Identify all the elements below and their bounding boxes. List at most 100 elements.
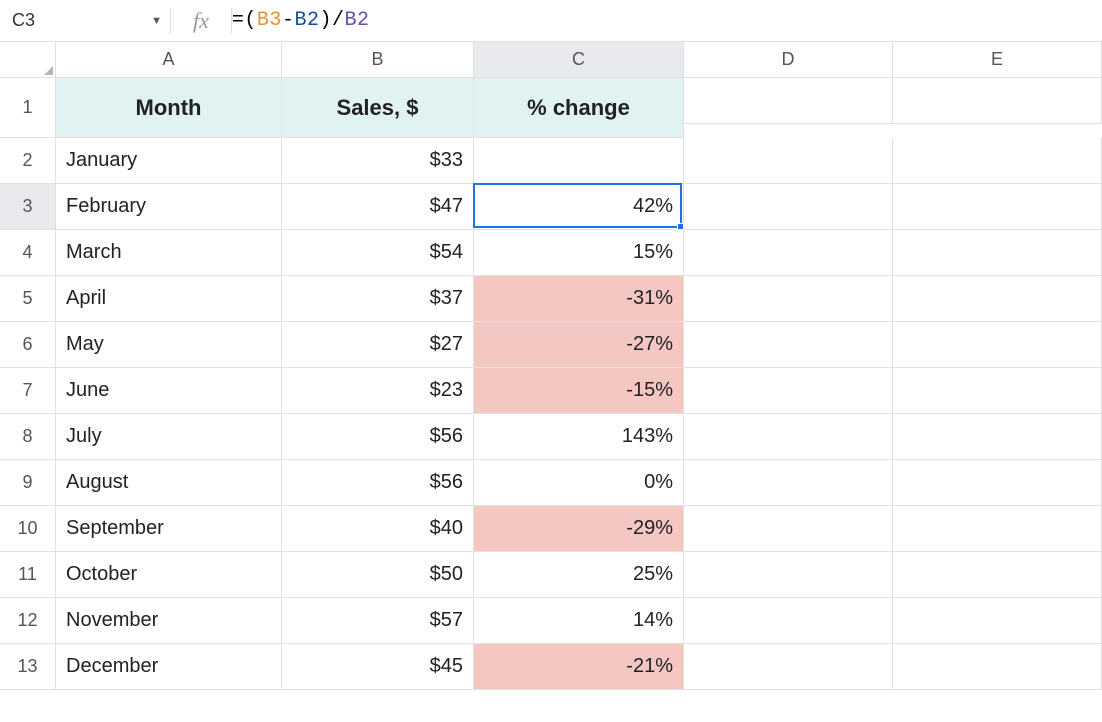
row-header-4[interactable]: 4 bbox=[0, 230, 56, 276]
row-header-10[interactable]: 10 bbox=[0, 506, 56, 552]
table-row: 5April$37-31% bbox=[0, 276, 1102, 322]
column-header-row: A B C D E bbox=[0, 42, 1102, 78]
cell-B7[interactable]: $23 bbox=[282, 368, 474, 414]
cell-D9[interactable] bbox=[684, 460, 893, 506]
cell-C2[interactable] bbox=[474, 138, 684, 184]
cell-A10[interactable]: September bbox=[56, 506, 282, 552]
cell-C9[interactable]: 0% bbox=[474, 460, 684, 506]
cell-A1[interactable]: Month bbox=[56, 78, 282, 138]
cell-B5[interactable]: $37 bbox=[282, 276, 474, 322]
table-row: 7June$23-15% bbox=[0, 368, 1102, 414]
cell-A11[interactable]: October bbox=[56, 552, 282, 598]
cell-D10[interactable] bbox=[684, 506, 893, 552]
cell-B13[interactable]: $45 bbox=[282, 644, 474, 690]
col-header-A[interactable]: A bbox=[56, 42, 282, 78]
table-row: 12November$5714% bbox=[0, 598, 1102, 644]
cell-E8[interactable] bbox=[893, 414, 1102, 460]
cell-E1[interactable] bbox=[893, 78, 1102, 124]
cell-D6[interactable] bbox=[684, 322, 893, 368]
cell-D12[interactable] bbox=[684, 598, 893, 644]
row-header-2[interactable]: 2 bbox=[0, 138, 56, 184]
cell-D2[interactable] bbox=[684, 138, 893, 184]
cell-B10[interactable]: $40 bbox=[282, 506, 474, 552]
cell-C4[interactable]: 15% bbox=[474, 230, 684, 276]
cell-A7[interactable]: June bbox=[56, 368, 282, 414]
cell-D1[interactable] bbox=[684, 78, 893, 124]
cell-B11[interactable]: $50 bbox=[282, 552, 474, 598]
cell-A12[interactable]: November bbox=[56, 598, 282, 644]
table-row: 8July$56143% bbox=[0, 414, 1102, 460]
cell-C7[interactable]: -15% bbox=[474, 368, 684, 414]
table-row: 6May$27-27% bbox=[0, 322, 1102, 368]
cell-A5[interactable]: April bbox=[56, 276, 282, 322]
col-header-C[interactable]: C bbox=[474, 42, 684, 78]
table-row: 4March$5415% bbox=[0, 230, 1102, 276]
cell-B3[interactable]: $47 bbox=[282, 184, 474, 230]
cell-B6[interactable]: $27 bbox=[282, 322, 474, 368]
cell-D4[interactable] bbox=[684, 230, 893, 276]
cell-C5[interactable]: -31% bbox=[474, 276, 684, 322]
cell-E10[interactable] bbox=[893, 506, 1102, 552]
cell-E9[interactable] bbox=[893, 460, 1102, 506]
cell-D8[interactable] bbox=[684, 414, 893, 460]
cell-A2[interactable]: January bbox=[56, 138, 282, 184]
cell-D7[interactable] bbox=[684, 368, 893, 414]
chevron-down-icon[interactable]: ▼ bbox=[151, 15, 162, 27]
cell-D5[interactable] bbox=[684, 276, 893, 322]
cell-E5[interactable] bbox=[893, 276, 1102, 322]
cell-B8[interactable]: $56 bbox=[282, 414, 474, 460]
cell-E2[interactable] bbox=[893, 138, 1102, 184]
table-row: 10September$40-29% bbox=[0, 506, 1102, 552]
row-header-9[interactable]: 9 bbox=[0, 460, 56, 506]
cell-B9[interactable]: $56 bbox=[282, 460, 474, 506]
cell-A13[interactable]: December bbox=[56, 644, 282, 690]
cell-C8[interactable]: 143% bbox=[474, 414, 684, 460]
cell-E12[interactable] bbox=[893, 598, 1102, 644]
cell-C12[interactable]: 14% bbox=[474, 598, 684, 644]
cell-A6[interactable]: May bbox=[56, 322, 282, 368]
cell-D3[interactable] bbox=[684, 184, 893, 230]
cell-C6[interactable]: -27% bbox=[474, 322, 684, 368]
name-box[interactable]: C3 ▼ bbox=[0, 0, 170, 41]
col-header-D[interactable]: D bbox=[684, 42, 893, 78]
row-header-6[interactable]: 6 bbox=[0, 322, 56, 368]
table-row: 3February$4742% bbox=[0, 184, 1102, 230]
row-header-3[interactable]: 3 bbox=[0, 184, 56, 230]
col-header-B[interactable]: B bbox=[282, 42, 474, 78]
spreadsheet-grid[interactable]: A B C D E 1 Month Sales, $ % change 2Jan… bbox=[0, 42, 1102, 690]
cell-A3[interactable]: February bbox=[56, 184, 282, 230]
formula-token: ) bbox=[319, 9, 332, 32]
row-header-1[interactable]: 1 bbox=[0, 78, 56, 138]
cell-E13[interactable] bbox=[893, 644, 1102, 690]
cell-C1[interactable]: % change bbox=[474, 78, 684, 138]
cell-D11[interactable] bbox=[684, 552, 893, 598]
table-row: 11October$5025% bbox=[0, 552, 1102, 598]
row-header-12[interactable]: 12 bbox=[0, 598, 56, 644]
cell-E3[interactable] bbox=[893, 184, 1102, 230]
row-header-11[interactable]: 11 bbox=[0, 552, 56, 598]
cell-D13[interactable] bbox=[684, 644, 893, 690]
select-all-corner[interactable] bbox=[0, 42, 56, 78]
row-header-5[interactable]: 5 bbox=[0, 276, 56, 322]
cell-E11[interactable] bbox=[893, 552, 1102, 598]
cell-C10[interactable]: -29% bbox=[474, 506, 684, 552]
cell-B12[interactable]: $57 bbox=[282, 598, 474, 644]
cell-B4[interactable]: $54 bbox=[282, 230, 474, 276]
cell-C11[interactable]: 25% bbox=[474, 552, 684, 598]
row-header-8[interactable]: 8 bbox=[0, 414, 56, 460]
cell-A9[interactable]: August bbox=[56, 460, 282, 506]
formula-input[interactable]: = ( B3 - B2 ) / B2 bbox=[232, 0, 1102, 41]
cell-E7[interactable] bbox=[893, 368, 1102, 414]
cell-A8[interactable]: July bbox=[56, 414, 282, 460]
formula-token: - bbox=[282, 9, 295, 32]
cell-E4[interactable] bbox=[893, 230, 1102, 276]
cell-A4[interactable]: March bbox=[56, 230, 282, 276]
cell-B1[interactable]: Sales, $ bbox=[282, 78, 474, 138]
cell-C13[interactable]: -21% bbox=[474, 644, 684, 690]
cell-C3[interactable]: 42% bbox=[474, 184, 684, 230]
row-header-7[interactable]: 7 bbox=[0, 368, 56, 414]
col-header-E[interactable]: E bbox=[893, 42, 1102, 78]
row-header-13[interactable]: 13 bbox=[0, 644, 56, 690]
cell-B2[interactable]: $33 bbox=[282, 138, 474, 184]
cell-E6[interactable] bbox=[893, 322, 1102, 368]
